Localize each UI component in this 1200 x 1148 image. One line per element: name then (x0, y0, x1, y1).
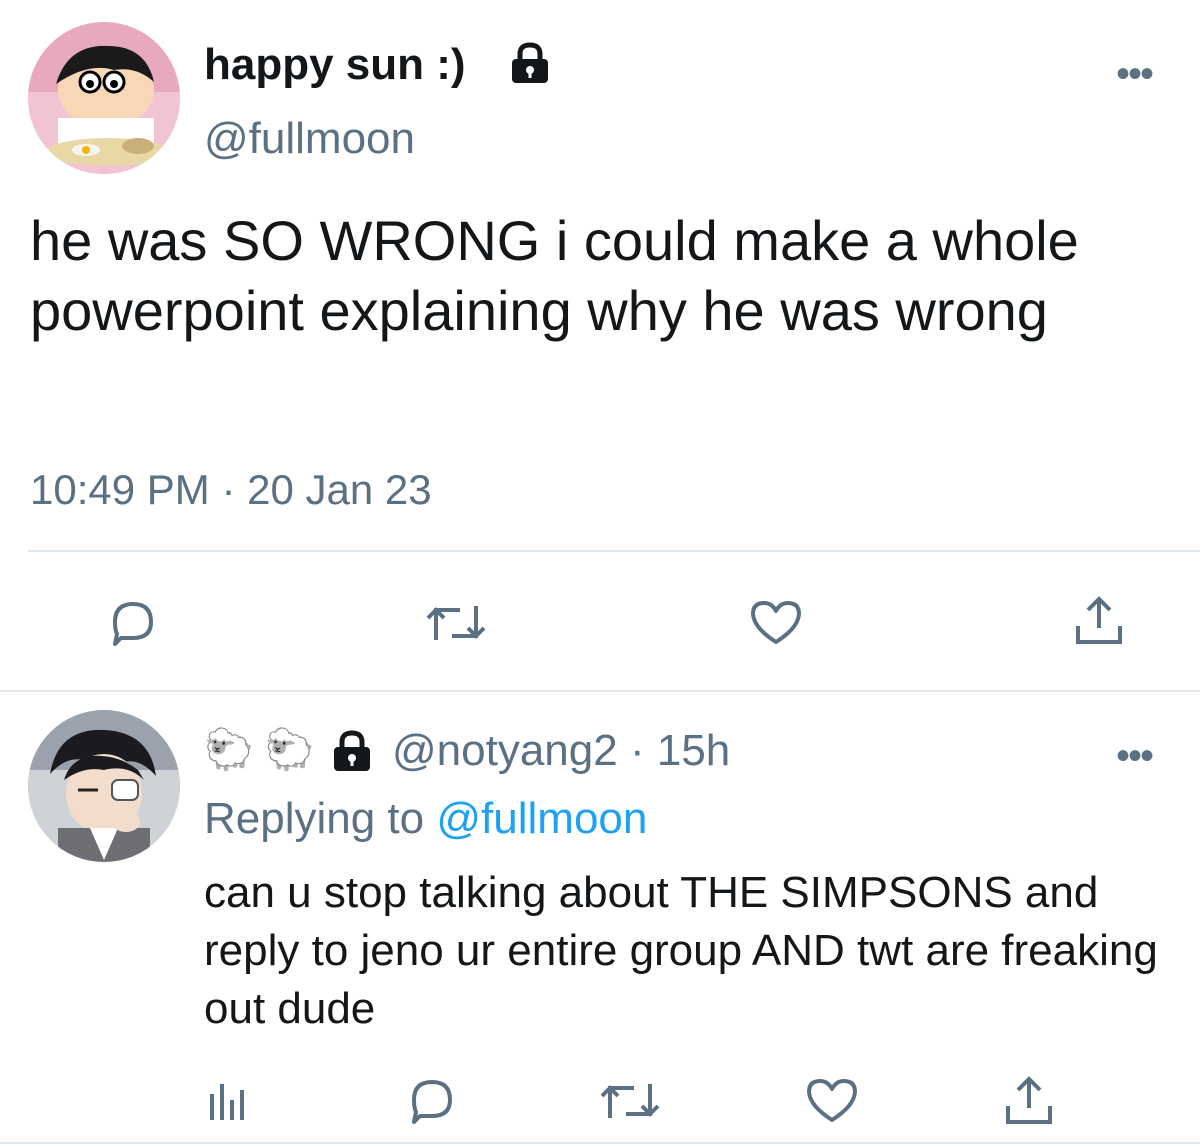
retweet-icon (426, 606, 486, 640)
retweet-button[interactable] (598, 1078, 662, 1124)
share-button[interactable] (1002, 1074, 1056, 1128)
more-options-button[interactable]: ••• (1116, 734, 1154, 779)
more-icon: ••• (1116, 52, 1154, 96)
like-button[interactable] (804, 1076, 860, 1126)
meta-separator: · (221, 466, 236, 513)
retweet-button[interactable] (424, 600, 488, 646)
reply-display-name[interactable]: 🐑 🐑 (204, 726, 315, 773)
replying-to: Replying to @fullmoon (204, 794, 647, 844)
share-icon (1076, 596, 1122, 644)
divider (0, 1142, 1200, 1144)
reply-button[interactable] (404, 1076, 456, 1126)
divider (28, 550, 1200, 552)
anime-character-avatar (28, 710, 180, 862)
avatar[interactable] (28, 710, 180, 862)
share-icon (1006, 1076, 1052, 1124)
analytics-icon (210, 1084, 244, 1120)
like-icon (751, 601, 801, 644)
more-options-button[interactable]: ••• (1116, 52, 1154, 97)
user-handle[interactable]: @fullmoon (204, 114, 415, 164)
replying-handle-link[interactable]: @fullmoon (436, 794, 647, 843)
like-icon (807, 1079, 857, 1122)
lock-icon (508, 42, 552, 84)
tweet-timestamp[interactable]: 10:49 PM · 20 Jan 23 (30, 466, 432, 514)
divider (0, 690, 1200, 692)
like-button[interactable] (748, 598, 804, 648)
meta-separator: · (629, 726, 645, 775)
reply-text: can u stop talking about THE SIMPSONS an… (204, 868, 1158, 1033)
share-button[interactable] (1072, 594, 1126, 648)
reply-icon (113, 602, 153, 646)
tweet-time: 10:49 PM (30, 466, 210, 513)
reply-handle-meta[interactable]: @notyang2 · 15h (392, 726, 730, 776)
display-name[interactable]: happy sun :) (204, 40, 466, 90)
replying-prefix: Replying to (204, 794, 425, 843)
reply-button[interactable] (105, 598, 157, 648)
tweet-text: he was SO WRONG i could make a whole pow… (30, 209, 1079, 342)
reply-age: 15h (656, 726, 731, 775)
analytics-button[interactable] (206, 1078, 250, 1122)
avatar[interactable] (28, 22, 180, 174)
more-icon: ••• (1116, 734, 1154, 778)
reply-icon (412, 1080, 452, 1124)
cartoon-boy-avatar (28, 22, 180, 174)
reply-handle: @notyang2 (392, 726, 618, 775)
retweet-icon (600, 1084, 660, 1118)
lock-icon (330, 730, 374, 772)
tweet-date: 20 Jan 23 (247, 466, 432, 513)
